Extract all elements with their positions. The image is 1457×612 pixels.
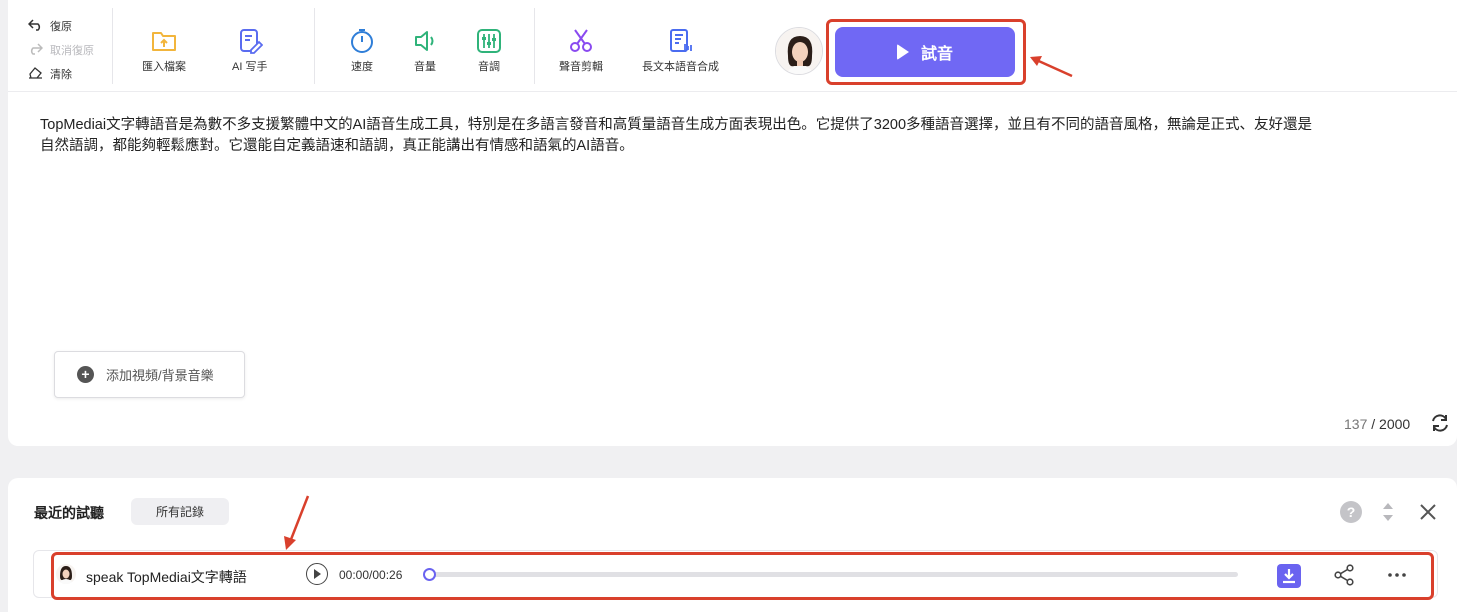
annotation-arrow-icon (1030, 56, 1073, 78)
recent-preview-panel: 最近的試聽 所有記錄 ? speak TopMediai文字轉語 00:00/0… (8, 478, 1457, 612)
text-editor[interactable]: TopMediai文字轉語音是為數不多支援繁體中文的AI語音生成工具，特別是在多… (40, 115, 1457, 157)
char-count-separator: / (1371, 416, 1376, 432)
folder-icon (151, 28, 177, 54)
ai-writer-button[interactable]: AI 写手 (232, 28, 267, 74)
download-icon (1283, 569, 1295, 584)
speed-button[interactable]: 速度 (349, 28, 375, 74)
pitch-button[interactable]: 音調 (476, 28, 502, 74)
toolbar-divider (534, 8, 535, 84)
speed-icon (349, 28, 375, 54)
clear-button[interactable]: 清除 (26, 62, 118, 86)
share-icon[interactable] (1333, 564, 1355, 586)
refresh-icon[interactable] (1429, 412, 1451, 434)
scissors-icon (568, 28, 594, 54)
volume-button[interactable]: 音量 (412, 28, 438, 74)
collapse-toggle-icon[interactable] (1381, 500, 1395, 524)
preview-play-button[interactable]: 試音 (835, 27, 1015, 77)
speed-label: 速度 (351, 61, 373, 73)
editor-card: 復原 取消復原 清除 匯入檔案 AI 写手 速度 音量 音調 聲音剪輯 長文本語… (8, 0, 1457, 446)
toolbar-divider (112, 8, 113, 84)
volume-label: 音量 (414, 61, 436, 73)
import-label: 匯入檔案 (142, 61, 186, 73)
volume-icon (412, 28, 438, 54)
track-play-icon[interactable] (306, 563, 328, 585)
redo-icon (26, 42, 44, 58)
redo-button[interactable]: 取消復原 (26, 38, 118, 62)
play-icon (896, 44, 909, 60)
long-text-tts-button[interactable]: 長文本語音合成 (642, 28, 719, 74)
document-audio-icon (668, 28, 694, 54)
char-count-current: 137 (1344, 416, 1368, 432)
editor-text-line: TopMediai文字轉語音是為數不多支援繁體中文的AI語音生成工具，特別是在多… (40, 117, 1313, 133)
all-records-button[interactable]: 所有記錄 (131, 498, 229, 525)
voice-avatar[interactable] (775, 27, 823, 75)
track-progress-bar[interactable] (428, 572, 1238, 577)
undo-icon (26, 18, 44, 34)
download-button[interactable] (1277, 564, 1301, 588)
plus-circle-icon: + (77, 366, 94, 383)
import-file-button[interactable]: 匯入檔案 (142, 28, 186, 74)
char-counter: 137 / 2000 (1344, 416, 1410, 432)
add-media-label: 添加視頻/背景音樂 (106, 368, 214, 383)
add-media-button[interactable]: + 添加視頻/背景音樂 (54, 351, 245, 398)
audio-cut-button[interactable]: 聲音剪輯 (559, 28, 603, 74)
undo-label: 復原 (50, 21, 72, 33)
undo-button[interactable]: 復原 (26, 14, 118, 38)
long-text-label: 長文本語音合成 (642, 61, 719, 73)
more-options-icon[interactable] (1386, 564, 1408, 586)
panel-title: 最近的試聽 (34, 505, 104, 521)
toolbar-divider (314, 8, 315, 84)
clear-label: 清除 (50, 69, 72, 81)
track-avatar (56, 564, 76, 584)
eraser-icon (26, 66, 44, 82)
editor-text-line: 自然語調，都能夠輕鬆應對。它還能自定義語速和語調，真正能講出有情感和語氣的AI語… (40, 138, 634, 154)
redo-label: 取消復原 (50, 45, 94, 57)
toolbar: 復原 取消復原 清除 匯入檔案 AI 写手 速度 音量 音調 聲音剪輯 長文本語… (8, 0, 1457, 92)
track-name: speak TopMediai文字轉語 (86, 569, 247, 585)
history-actions: 復原 取消復原 清除 (26, 14, 118, 86)
audio-cut-label: 聲音剪輯 (559, 61, 603, 73)
close-icon[interactable] (1416, 500, 1440, 524)
pitch-icon (476, 28, 502, 54)
ai-writer-label: AI 写手 (232, 61, 268, 73)
ai-writer-icon (237, 28, 263, 54)
pitch-label: 音調 (478, 61, 500, 73)
help-icon[interactable]: ? (1340, 501, 1362, 523)
progress-knob[interactable] (423, 568, 436, 581)
char-count-max: 2000 (1379, 416, 1411, 432)
play-label: 試音 (920, 46, 953, 63)
track-time: 00:00/00:26 (339, 568, 403, 582)
